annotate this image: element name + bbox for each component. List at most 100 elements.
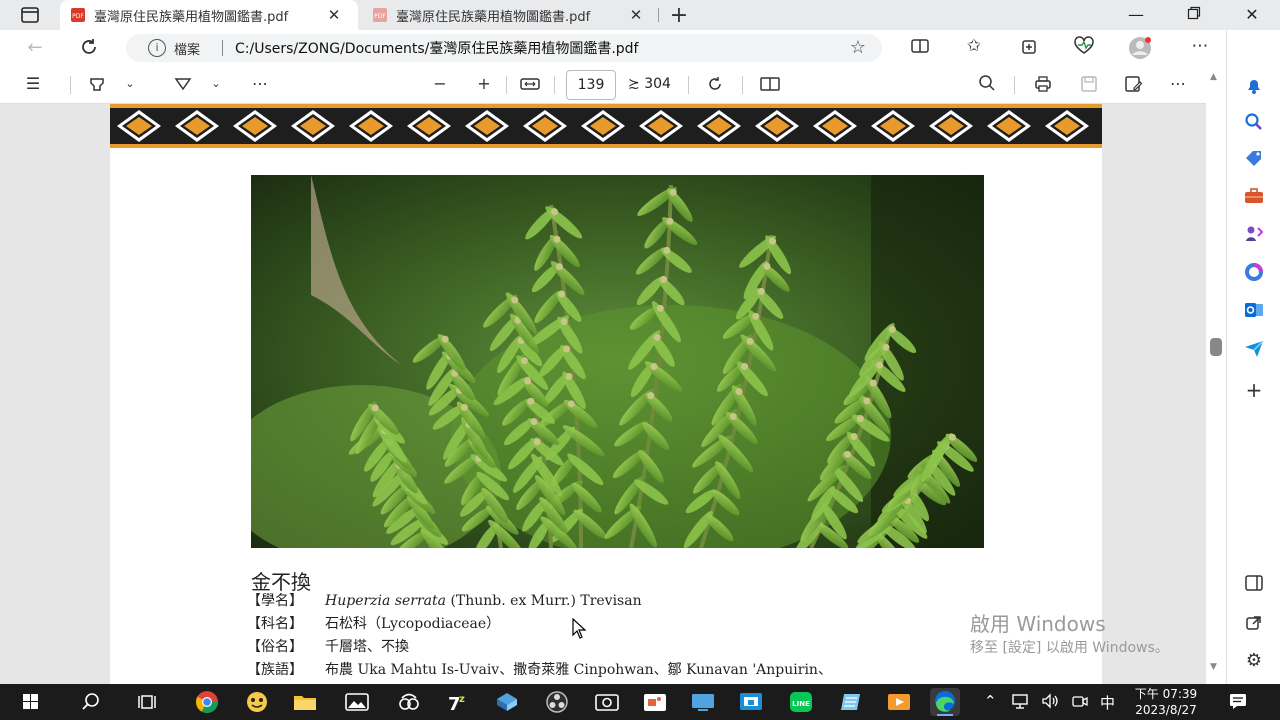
common-name-row: 【俗名】 千層塔、不換 [247,636,409,656]
scroll-thumb[interactable] [1210,338,1222,356]
entry-value: 千層塔、不換 [325,639,409,655]
tab-pdf-1[interactable]: PDF 臺灣原住民族藥用植物圖鑑書.pdf ✕ [60,0,358,30]
table-of-contents-icon[interactable]: ☰ [22,74,44,96]
browser-essentials-icon[interactable] [1072,36,1096,60]
highlight-icon[interactable] [86,74,108,96]
chat-app-icon[interactable] [242,688,272,716]
obs-studio-icon[interactable] [542,688,572,716]
notes-app-icon[interactable] [836,688,866,716]
network-icon[interactable] [1010,692,1030,714]
notification-bell-icon[interactable] [1241,76,1267,100]
file-explorer-icon[interactable] [290,688,320,716]
microsoft365-icon[interactable] [1241,262,1267,286]
fit-width-icon[interactable] [518,74,542,96]
close-window-icon[interactable]: ✕ [1242,5,1262,24]
scroll-down-icon[interactable]: ▼ [1210,662,1217,672]
rotate-icon[interactable] [704,74,726,96]
vertical-scrollbar[interactable]: ▲ ▼ [1206,66,1226,684]
clock-time: 下午 07:39 [1134,687,1198,701]
url-scheme-label: 檔案 [174,42,201,58]
split-screen-icon[interactable] [908,36,932,60]
pdf-toolbar: ☰ ⌄ ⌄ ⋯ − + 139 ≿ 304 ⋯ [0,66,1226,104]
toolbar-divider [1014,76,1015,94]
svg-text:PDF: PDF [72,13,84,20]
search-icon[interactable] [976,74,998,96]
collections-icon[interactable] [1018,36,1042,60]
total-pages: 304 [644,76,671,92]
profile-avatar[interactable] [1128,36,1152,60]
favorite-star-icon[interactable]: ☆ [850,37,866,58]
entry-label: 【族語】 [247,662,303,678]
windows-taskbar: 7z LINE ⌃ 中 下午 07:39 2023/8/27 [0,684,1280,720]
presentation-app-icon[interactable] [640,688,670,716]
taskbar-clock[interactable]: 下午 07:39 2023/8/27 [1126,686,1206,718]
taskbar-search-icon[interactable] [76,688,106,716]
line-app-icon[interactable]: LINE [786,688,816,716]
restore-icon[interactable] [1184,5,1204,24]
pdf-viewport[interactable]: 金不換 【學名】 Huperzia serrata (Thunb. ex Murr… [0,104,1226,684]
outlook-icon[interactable] [1241,300,1267,324]
sidebar-settings-gear-icon[interactable]: ⚙ [1241,650,1267,674]
open-external-icon[interactable] [1241,614,1267,638]
watermark-subtitle: 移至 [設定] 以啟用 Windows。 [970,640,1169,656]
close-tab-icon[interactable]: ✕ [626,6,646,24]
page-number-input[interactable]: 139 [566,70,616,100]
camera-app-icon[interactable] [592,688,622,716]
back-icon[interactable]: ← [24,37,46,59]
zoom-out-icon[interactable]: − [430,74,450,96]
draw-icon[interactable] [172,74,194,96]
screen-share-icon[interactable] [736,688,766,716]
page-view-icon[interactable] [758,74,782,96]
scroll-up-icon[interactable]: ▲ [1210,72,1217,82]
more-options-icon[interactable]: ⋯ [1166,74,1190,96]
toolbar-divider [554,76,555,94]
hide-sidebar-icon[interactable] [1241,574,1267,598]
info-icon[interactable]: i [148,39,166,57]
volume-icon[interactable] [1040,692,1060,714]
chrome-icon[interactable] [192,688,222,716]
refresh-icon[interactable] [78,37,100,59]
meet-now-icon[interactable] [1070,692,1090,714]
photos-app-icon[interactable] [342,688,372,716]
search-icon[interactable] [1241,112,1267,136]
remote-desktop-icon[interactable] [688,688,718,716]
favorites-icon[interactable]: ✩ [962,36,986,60]
chevron-down-icon[interactable]: ⌄ [208,77,224,99]
7zip-icon[interactable]: 7z [442,688,472,716]
minimize-icon[interactable]: — [1126,5,1146,24]
url-field[interactable]: i 檔案 C:/Users/ZONG/Documents/臺灣原住民族藥用植物圖… [126,34,882,62]
show-hidden-icons-icon[interactable]: ⌃ [984,692,997,710]
tribal-language-row: 【族語】 布農 Uka Mahtu Is-Uvaiv、撒奇萊雅 Cinpohwan… [247,659,832,679]
tab-title: 臺灣原住民族藥用植物圖鑑書.pdf [396,9,591,25]
notification-center-icon[interactable] [1228,692,1248,714]
add-sidebar-app-icon[interactable]: + [1241,378,1267,402]
save-as-icon[interactable] [1122,74,1144,96]
input-method-indicator[interactable]: 中 [1100,692,1115,713]
svg-text:z: z [459,694,465,705]
settings-more-icon[interactable]: ⋯ [1188,36,1212,60]
svg-text:LINE: LINE [792,700,810,708]
tab-actions-icon[interactable] [20,6,40,24]
chevron-down-icon[interactable]: ⌄ [122,77,138,99]
edge-browser-icon[interactable] [930,688,960,716]
print-icon[interactable] [1032,74,1054,96]
tab-pdf-2[interactable]: PDF 臺灣原住民族藥用植物圖鑑書.pdf ✕ [362,0,658,30]
send-drop-icon[interactable] [1241,338,1267,362]
shopping-tag-icon[interactable] [1241,148,1267,172]
mouse-cursor-icon [572,618,587,639]
games-icon[interactable] [1241,224,1267,248]
3d-app-icon[interactable] [492,688,522,716]
close-tab-icon[interactable]: ✕ [324,6,344,24]
tools-briefcase-icon[interactable] [1241,186,1267,210]
new-tab-icon[interactable]: + [668,3,690,28]
zoom-in-icon[interactable]: + [474,74,494,96]
media-app-icon[interactable] [394,688,424,716]
windows-activation-watermark: 啟用 Windows 移至 [設定] 以啟用 Windows。 [970,608,1169,657]
family-name-row: 【科名】 石松科（Lycopodiaceae） [247,613,500,633]
pdf-file-icon: PDF [372,7,388,23]
task-view-icon[interactable] [134,688,164,716]
svg-text:PDF: PDF [374,13,386,20]
windows-start-icon[interactable] [16,688,46,716]
more-tools-icon[interactable]: ⋯ [248,74,272,96]
video-player-icon[interactable] [884,688,914,716]
